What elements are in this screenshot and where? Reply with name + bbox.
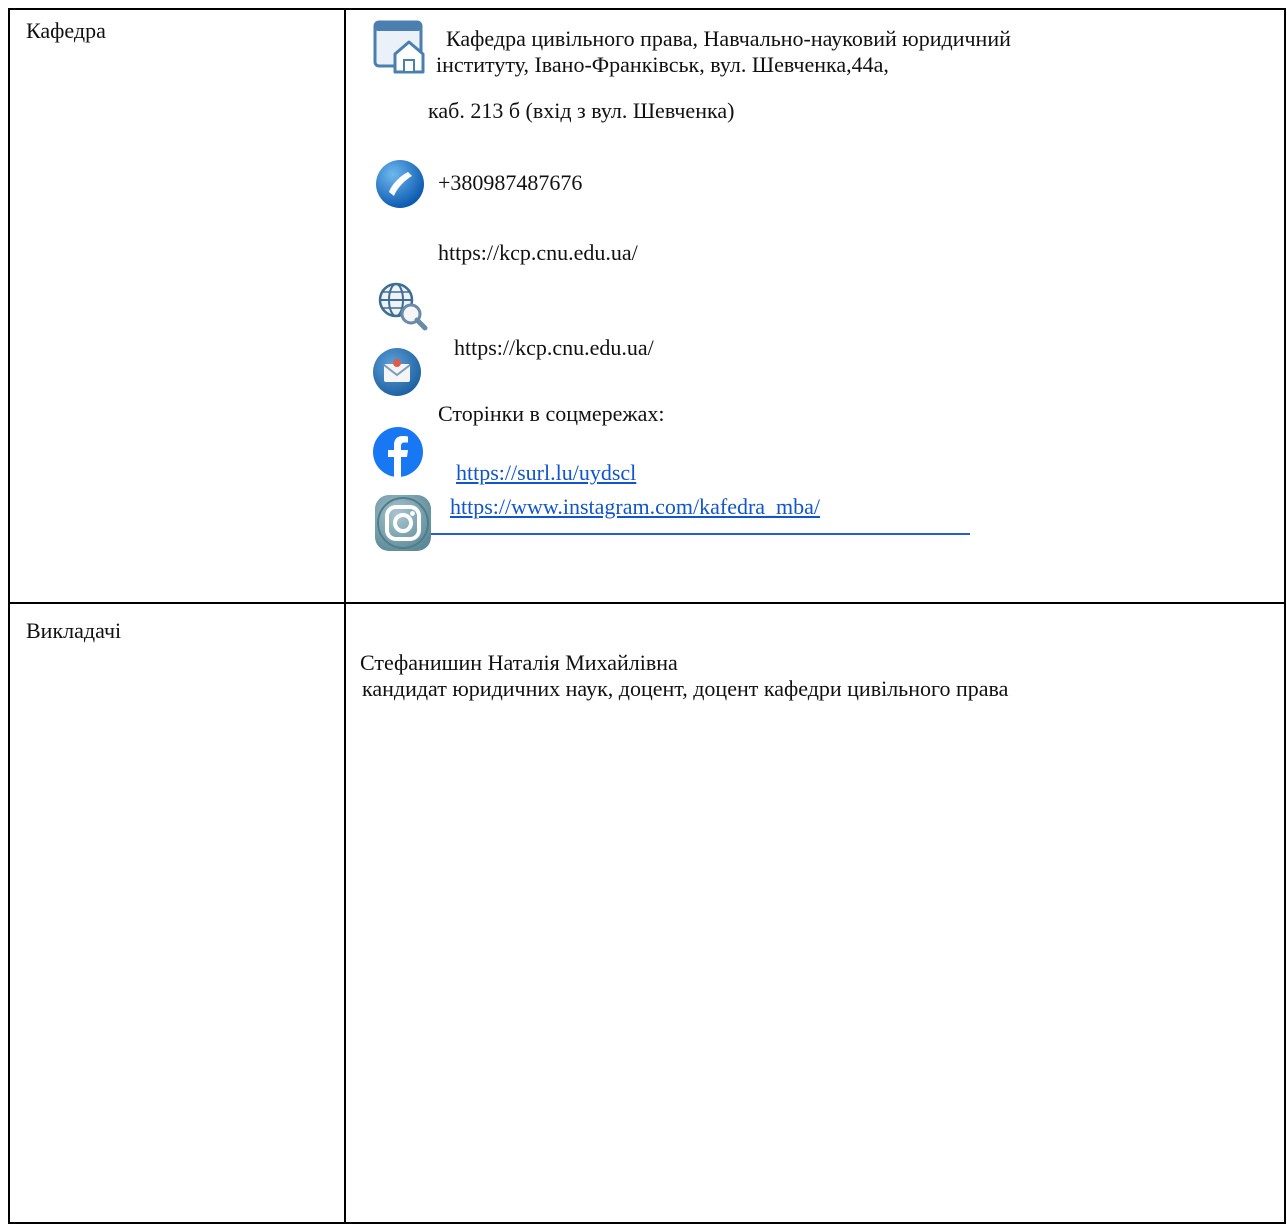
column-divider — [344, 10, 346, 1222]
phone-number: +380987487676 — [438, 170, 583, 195]
website-url: https://kcp.cnu.edu.ua/ — [438, 240, 638, 265]
facebook-link[interactable]: https://surl.lu/uydscl — [456, 460, 636, 486]
info-table: Кафедра Кафедра цивільного права, Навчал… — [8, 8, 1286, 1224]
department-label: Кафедра — [26, 18, 106, 43]
address-line-2: інституту, Івано-Франківськ, вул. Шевчен… — [436, 52, 889, 77]
social-heading: Сторінки в соцмережах: — [438, 401, 665, 426]
phone-icon — [376, 160, 424, 208]
instagram-underline — [377, 533, 970, 535]
envelope-icon — [373, 348, 421, 396]
teachers-label: Викладачі — [26, 618, 122, 643]
instagram-icon[interactable] — [372, 492, 434, 554]
teacher-title: кандидат юридичних наук, доцент, доцент … — [362, 676, 1009, 701]
address-line-3: каб. 213 б (вхід з вул. Шевченка) — [428, 98, 735, 123]
instagram-link[interactable]: https://www.instagram.com/kafedra_mba/ — [450, 494, 820, 520]
globe-search-icon — [378, 282, 428, 331]
email-url: https://kcp.cnu.edu.ua/ — [454, 335, 654, 360]
home-window-icon — [373, 20, 425, 74]
row-divider — [10, 602, 1284, 604]
facebook-icon[interactable] — [372, 426, 424, 478]
address-line-1: Кафедра цивільного права, Навчально-наук… — [446, 26, 1011, 51]
teacher-name: Стефанишин Наталія Михайлівна — [360, 650, 678, 675]
